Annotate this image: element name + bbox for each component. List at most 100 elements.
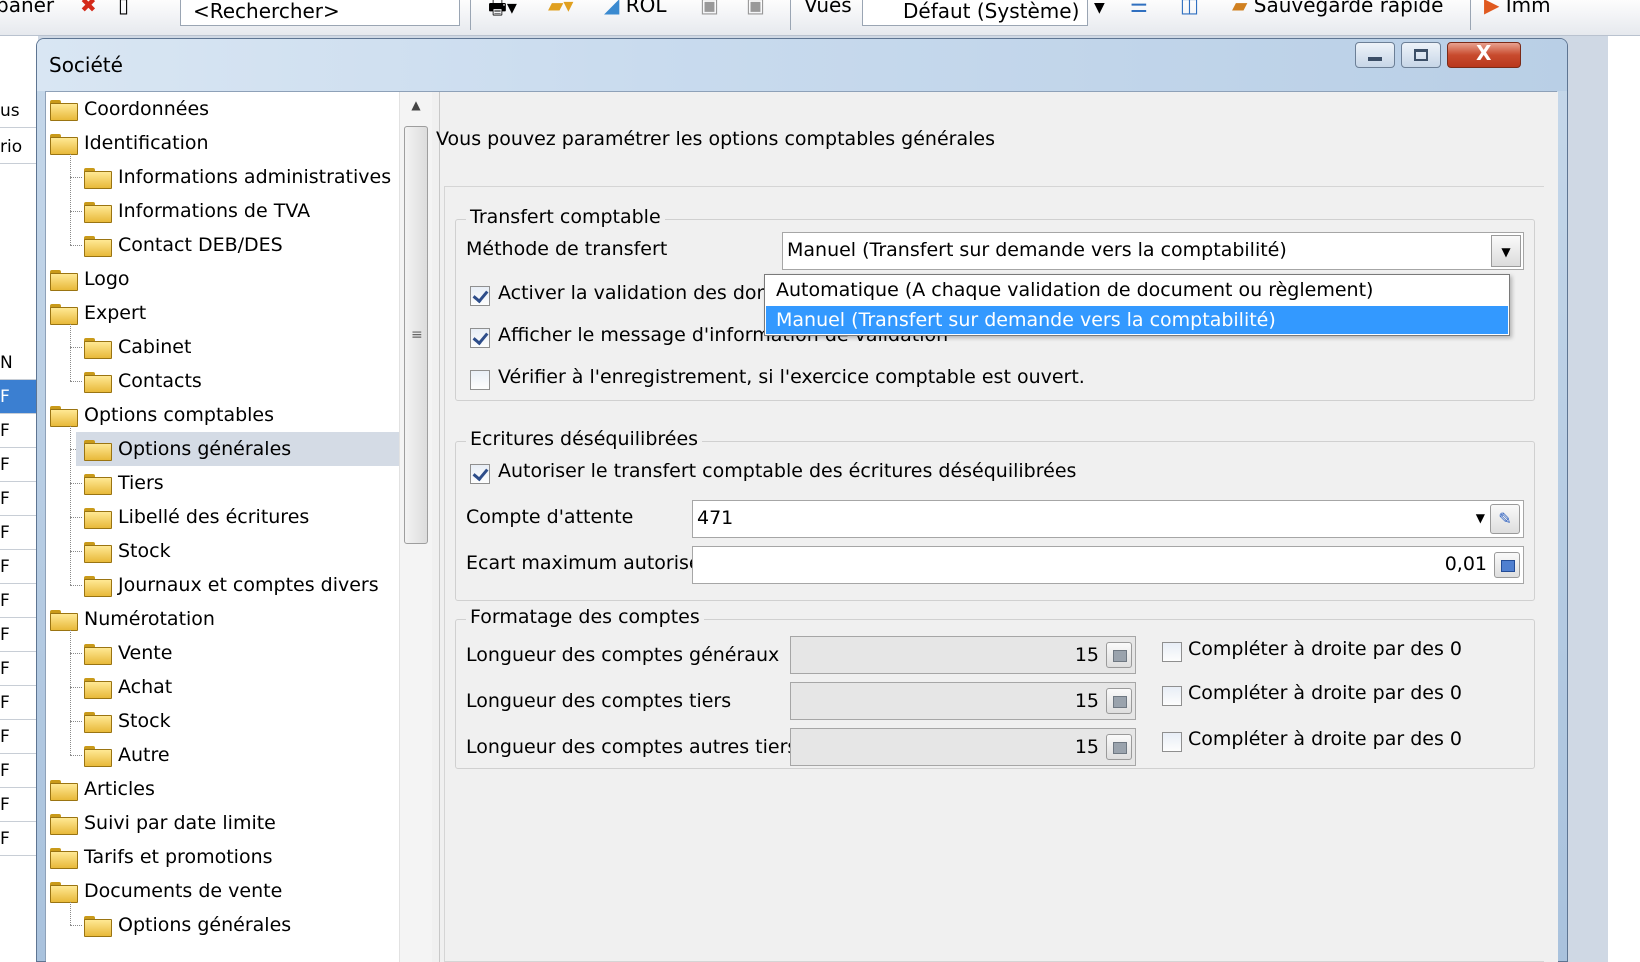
settings-tree[interactable]: Coordonnées Identification Informations ad…	[46, 92, 432, 962]
views-dropdown-icon[interactable]: ▼	[1094, 0, 1105, 16]
tree-item-label: Options générales	[118, 438, 292, 460]
close-icon: X	[1476, 41, 1492, 65]
tree-item[interactable]: Logo	[46, 262, 399, 296]
tree-item[interactable]: Articles	[46, 772, 399, 806]
exercice-checkbox[interactable]	[470, 370, 490, 390]
completer-tiers-label: Compléter à droite par des 0	[1188, 682, 1462, 704]
compte-dropdown-icon[interactable]: ▼	[1476, 511, 1485, 525]
option-manuel[interactable]: Manuel (Transfert sur demande vers la co…	[766, 306, 1508, 334]
quick-save-button[interactable]: ▰ Sauvegarde rapide	[1232, 0, 1443, 17]
calculator-icon[interactable]	[1106, 642, 1132, 668]
background-row: rio	[0, 130, 38, 164]
autoriser-checkbox[interactable]	[470, 464, 490, 484]
folder-icon	[50, 882, 78, 903]
folder-icon	[50, 304, 78, 325]
tree-item[interactable]: Stock	[76, 534, 399, 568]
completer-tiers-checkbox[interactable]	[1162, 686, 1182, 706]
longueur-generaux-field[interactable]: 15	[790, 636, 1136, 674]
tree-item[interactable]: Documents de vente	[46, 874, 399, 908]
background-row: F	[0, 516, 38, 550]
calculator-icon[interactable]	[1494, 552, 1520, 578]
background-row: F	[0, 584, 38, 618]
tree-item-label: Tiers	[118, 472, 164, 494]
columns-icon[interactable]: ◫	[1180, 0, 1199, 17]
rol-button[interactable]: ◢ ROL	[604, 0, 667, 17]
tree-item[interactable]: Achat	[76, 670, 399, 704]
calculator-icon[interactable]	[1106, 734, 1132, 760]
tree-item-label: Libellé des écritures	[118, 506, 310, 528]
method-select[interactable]: Manuel (Transfert sur demande vers la co…	[782, 232, 1524, 270]
folder-icon	[84, 372, 112, 393]
longueur-tiers-field[interactable]: 15	[790, 682, 1136, 720]
scroll-thumb[interactable]: ≡	[404, 126, 428, 544]
tree-item[interactable]: Suivi par date limite	[46, 806, 399, 840]
folder-icon	[84, 712, 112, 733]
tree-item[interactable]: Contact DEB/DES	[76, 228, 399, 262]
edit-icon[interactable]: ✎	[1490, 504, 1520, 534]
tree-item[interactable]: Numérotation	[46, 602, 399, 636]
completer-generaux-checkbox[interactable]	[1162, 642, 1182, 662]
tree-item[interactable]: Autre	[76, 738, 399, 772]
list-icon[interactable]: ☰	[1130, 0, 1148, 17]
minimize-button[interactable]	[1355, 42, 1395, 68]
tree-item[interactable]: Tarifs et promotions	[46, 840, 399, 874]
background-row: F	[0, 414, 38, 448]
tree-item[interactable]: Expert	[46, 296, 399, 330]
group-ecritures: Ecritures déséquilibrées Autoriser le tr…	[455, 428, 1535, 601]
page-icon[interactable]: ▯	[118, 0, 129, 17]
tree-item[interactable]: Informations administratives	[76, 160, 399, 194]
folder-icon[interactable]: ▰▾	[548, 0, 573, 17]
tree-item[interactable]: Options comptables	[46, 398, 399, 432]
folder-icon	[84, 338, 112, 359]
tree-item[interactable]: Contacts	[76, 364, 399, 398]
background-row: F	[0, 618, 38, 652]
tree-item-label: Numérotation	[84, 608, 215, 630]
compte-field[interactable]: 471 ▼ ✎	[692, 500, 1524, 538]
validation-label: Activer la validation des donnée	[498, 282, 805, 304]
printer-icon[interactable]: 🖶▾	[488, 0, 517, 27]
validation-checkbox[interactable]	[470, 286, 490, 306]
panel-splitter[interactable]	[432, 92, 440, 962]
completer-autres-checkbox[interactable]	[1162, 732, 1182, 752]
folder-icon	[84, 168, 112, 189]
ecart-field[interactable]: 0,01	[692, 546, 1524, 584]
scroll-up-icon[interactable]: ▲	[400, 92, 432, 118]
group-formatage: Formatage des comptes Longueur des compt…	[455, 606, 1535, 769]
background-row: F	[0, 652, 38, 686]
tree-item[interactable]: Options générales	[76, 432, 399, 466]
message-checkbox[interactable]	[470, 328, 490, 348]
tree-item[interactable]: Options générales	[76, 908, 399, 942]
tree-item[interactable]: Identification	[46, 126, 399, 160]
delete-icon[interactable]: ✖	[80, 0, 97, 17]
background-row: F	[0, 550, 38, 584]
option-automatique[interactable]: Automatique (A chaque validation de docu…	[766, 276, 1508, 304]
tree-item[interactable]: Stock	[76, 704, 399, 738]
maximize-button[interactable]	[1401, 42, 1441, 68]
tree-item-label: Suivi par date limite	[84, 812, 276, 834]
method-dropdown-icon[interactable]: ▼	[1491, 235, 1521, 267]
tree-item-label: Options comptables	[84, 404, 275, 426]
folder-icon	[50, 780, 78, 801]
tree-item[interactable]: Tiers	[76, 466, 399, 500]
import-button[interactable]: ▶ Imm	[1484, 0, 1551, 17]
tree-item[interactable]: Journaux et comptes divers	[76, 568, 399, 602]
folder-icon	[84, 236, 112, 257]
longueur-autres-field[interactable]: 15	[790, 728, 1136, 766]
tree-item[interactable]: Informations de TVA	[76, 194, 399, 228]
tree-item[interactable]: Vente	[76, 636, 399, 670]
ecart-label: Ecart maximum autorisé	[466, 552, 701, 574]
tree-item[interactable]: Cabinet	[76, 330, 399, 364]
tree-item[interactable]: Coordonnées	[46, 92, 399, 126]
calculator-icon[interactable]	[1106, 688, 1132, 714]
tree-scrollbar[interactable]: ▲ ≡	[399, 92, 432, 962]
tree-item[interactable]: Libellé des écritures	[76, 500, 399, 534]
exercice-label: Vérifier à l'enregistrement, si l'exerci…	[498, 366, 1085, 388]
views-select[interactable]: Défaut (Système)	[862, 0, 1088, 26]
search-input[interactable]: <Rechercher>	[180, 0, 460, 26]
dialog-titlebar[interactable]: Société X	[37, 39, 1567, 91]
folder-icon	[50, 406, 78, 427]
method-dropdown-list: Automatique (A chaque validation de docu…	[764, 274, 1510, 336]
settings-panel: Vous pouvez paramétrer les options compt…	[436, 92, 1558, 962]
close-button[interactable]: X	[1447, 41, 1521, 68]
background-row: F	[0, 822, 38, 856]
